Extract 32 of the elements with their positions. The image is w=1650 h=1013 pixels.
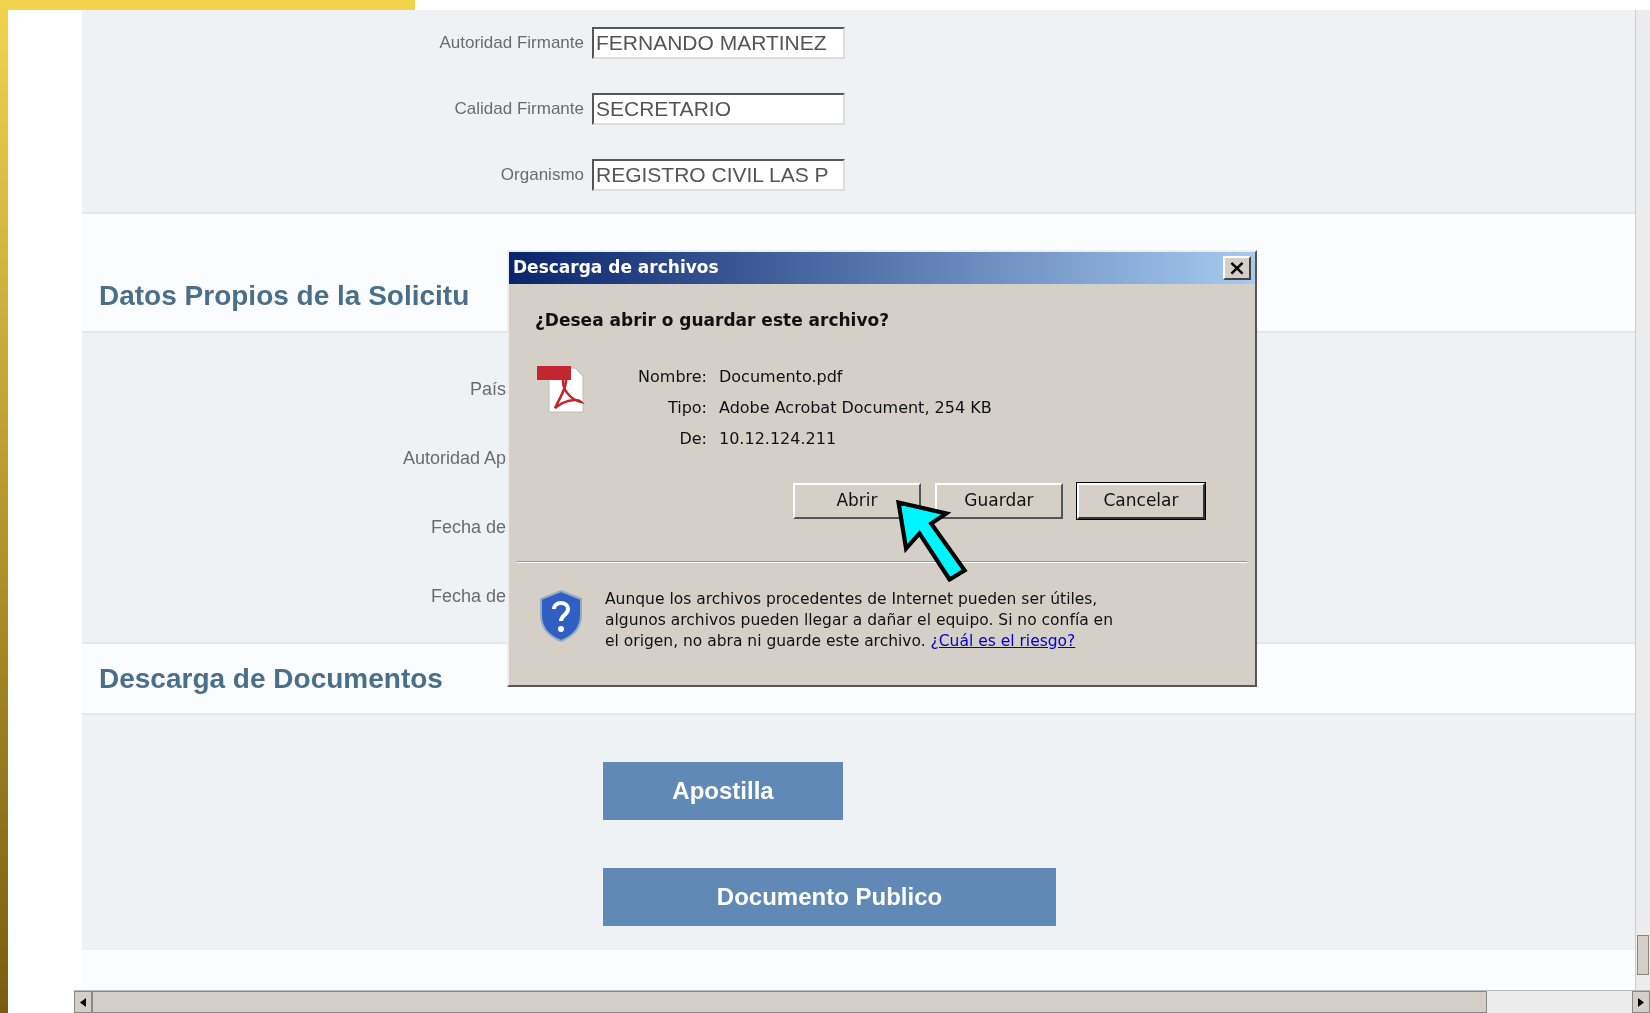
text-field[interactable]: FERNANDO MARTINEZ [592, 27, 845, 59]
dialog-title: Descarga de archivos [513, 256, 719, 280]
download-button[interactable]: Documento Publico [603, 868, 1056, 926]
dialog-question: ¿Desea abrir o guardar este archivo? [534, 309, 891, 332]
text-field[interactable]: SECRETARIO [592, 93, 845, 125]
field-label: Fecha de [429, 516, 506, 539]
shield-question-icon [539, 588, 583, 643]
field-label: Autoridad Firmante [438, 32, 584, 55]
close-button[interactable]: × [1223, 256, 1251, 280]
detail-value: Adobe Acrobat Document, 254 KB [719, 397, 992, 419]
left-arrow-icon [80, 997, 86, 1007]
right-arrow-icon [1638, 997, 1644, 1007]
risk-link[interactable]: ¿Cuál es el riesgo? [930, 631, 1076, 650]
field-label: Autoridad Ap [401, 447, 506, 470]
field-label: Fecha de [429, 585, 506, 608]
detail-value: 10.12.124.211 [719, 428, 837, 450]
detail-value: Documento.pdf [719, 366, 843, 388]
text-field[interactable]: REGISTRO CIVIL LAS P [592, 159, 845, 191]
scroll-right-button[interactable] [1632, 991, 1650, 1013]
detail-label: Nombre: [637, 366, 707, 388]
detail-label: De: [678, 428, 707, 450]
scroll-left-button[interactable] [74, 991, 92, 1013]
dialog-button[interactable]: Cancelar [1077, 482, 1205, 519]
field-label: Organismo [499, 164, 584, 187]
dialog-button[interactable]: Guardar [935, 482, 1063, 519]
section-heading: Datos Propios de la Solicitu [98, 279, 470, 313]
download-button[interactable]: Apostilla [603, 762, 843, 820]
section-heading: Descarga de Documentos [98, 661, 443, 696]
detail-label: Tipo: [666, 397, 707, 419]
security-warning: Aunque los archivos procedentes de Internet pueden ser útiles, algunos archivos pueden llegar a dañar el equipo. Si no confía en el origen, no abra ni guarde este archivo. ¿Cuál es el riesgo? [605, 588, 1114, 652]
field-label: Calidad Firmante [453, 98, 584, 121]
field-label: País [468, 378, 506, 401]
